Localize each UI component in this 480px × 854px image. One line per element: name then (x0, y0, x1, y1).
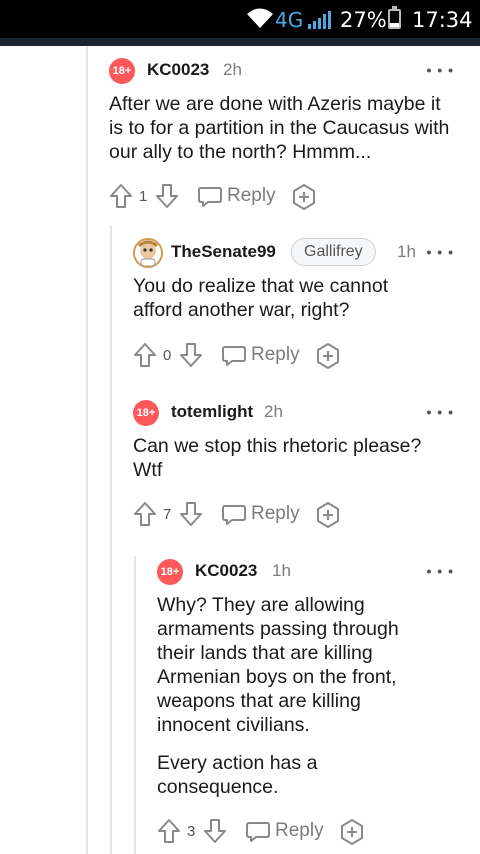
avatar[interactable]: 18+ (109, 58, 135, 84)
thread-line-level-3 (134, 556, 136, 854)
timestamp: 1h (397, 242, 416, 261)
award-icon[interactable] (315, 502, 341, 528)
comment-header: TheSenate99 Gallifrey 1h • • • (133, 238, 454, 268)
wifi-icon (247, 8, 273, 28)
comment-actions: 0 Reply (133, 342, 373, 372)
downvote-icon[interactable] (179, 342, 203, 368)
comment-body: Can we stop this rhetoric please? Wtf (133, 434, 454, 482)
vote-count: 3 (187, 823, 196, 840)
comment-body: You do realize that we cannot afford ano… (133, 274, 433, 322)
reply-button[interactable]: Reply (251, 503, 300, 525)
battery-icon (388, 6, 401, 29)
app-top-band (0, 38, 480, 46)
more-options-icon[interactable]: • • • (427, 563, 454, 579)
clock: 17:34 (412, 8, 473, 32)
comment-header: 18+ totemlight 2h • • • (133, 398, 454, 426)
thread-line-level-2 (110, 226, 112, 854)
vote-count: 7 (163, 506, 172, 523)
status-bar: 4G 27% 17:34 (0, 0, 480, 38)
more-options-icon[interactable]: • • • (427, 404, 454, 420)
timestamp: 2h (264, 402, 283, 421)
reply-icon[interactable] (197, 186, 223, 208)
comment-paragraph: After we are done with Azeris maybe it i… (109, 93, 450, 163)
comment-paragraph: Can we stop this rhetoric please? Wtf (133, 435, 422, 481)
comment-kc0023: 18+ KC0023 2h • • • After we are done wi… (109, 56, 454, 216)
comment-body: Why? They are allowing armaments passing… (157, 593, 433, 799)
comment-totemlight: 18+ totemlight 2h • • • Can we stop this… (133, 398, 454, 538)
reply-icon[interactable] (221, 345, 247, 367)
comment-header: 18+ KC0023 1h • • • (157, 557, 454, 585)
comment-thesenate99: TheSenate99 Gallifrey 1h • • • You do re… (133, 238, 454, 378)
downvote-icon[interactable] (179, 501, 203, 527)
timestamp: 1h (272, 561, 291, 580)
battery-level-fill (390, 22, 399, 27)
comment-body: After we are done with Azeris maybe it i… (109, 92, 454, 164)
downvote-icon[interactable] (203, 818, 227, 844)
reply-button[interactable]: Reply (275, 820, 324, 842)
user-flair: Gallifrey (291, 238, 376, 266)
vote-count: 1 (139, 188, 148, 205)
avatar[interactable]: 18+ (133, 400, 159, 426)
upvote-icon[interactable] (133, 342, 157, 368)
reply-icon[interactable] (245, 821, 271, 843)
comment-actions: 3 Reply (157, 818, 397, 848)
downvote-icon[interactable] (155, 183, 179, 209)
comment-paragraph: Why? They are allowing armaments passing… (157, 594, 399, 736)
signal-strength-icon (308, 11, 331, 29)
more-options-icon[interactable]: • • • (427, 244, 454, 260)
username[interactable]: totemlight (171, 402, 253, 422)
thread-line-level-1 (86, 46, 88, 854)
comment-actions: 1 Reply (109, 183, 349, 213)
username[interactable]: TheSenate99 (171, 242, 276, 262)
avatar[interactable]: 18+ (157, 559, 183, 585)
timestamp: 2h (223, 60, 242, 79)
award-icon[interactable] (315, 343, 341, 369)
reply-icon[interactable] (221, 504, 247, 526)
more-options-icon[interactable]: • • • (427, 62, 454, 78)
avatar[interactable] (133, 238, 163, 268)
comment-header: 18+ KC0023 2h • • • (109, 56, 454, 84)
comment-paragraph: You do realize that we cannot afford ano… (133, 275, 389, 321)
upvote-icon[interactable] (133, 501, 157, 527)
vote-count: 0 (163, 347, 172, 364)
comment-kc0023-reply: 18+ KC0023 1h • • • Why? They are allowi… (157, 557, 454, 849)
reply-button[interactable]: Reply (251, 344, 300, 366)
upvote-icon[interactable] (157, 818, 181, 844)
award-icon[interactable] (339, 819, 365, 845)
comment-paragraph: Every action has a consequence. (157, 752, 318, 798)
username[interactable]: KC0023 (195, 561, 257, 581)
comment-actions: 7 Reply (133, 501, 373, 531)
upvote-icon[interactable] (109, 183, 133, 209)
reply-button[interactable]: Reply (227, 185, 276, 207)
network-type: 4G (275, 8, 304, 32)
username[interactable]: KC0023 (147, 60, 209, 80)
award-icon[interactable] (291, 184, 317, 210)
battery-percent: 27% (340, 8, 387, 32)
